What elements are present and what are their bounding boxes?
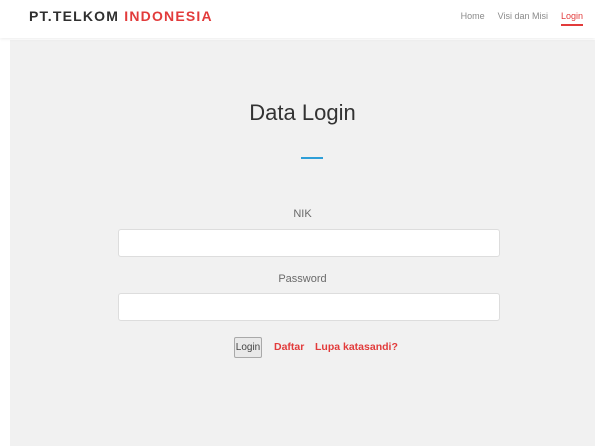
brand-name-part2: INDONESIA: [124, 8, 213, 24]
password-label: Password: [278, 273, 327, 285]
nav-item-visi-misi[interactable]: Visi dan Misi: [498, 11, 548, 26]
nav-menu: Home Visi dan Misi Login: [461, 11, 583, 26]
brand-logo[interactable]: PT.TELKOM INDONESIA: [29, 8, 213, 24]
brand-name-part1: PT.TELKOM: [29, 8, 120, 24]
nav-item-login[interactable]: Login: [560, 11, 583, 26]
password-input[interactable]: [118, 293, 500, 321]
login-button[interactable]: Login: [234, 337, 262, 358]
forgot-password-link[interactable]: Lupa katasandi?: [315, 341, 398, 353]
nik-label: NIK: [293, 208, 312, 220]
login-panel: Data Login NIK Password Login Daftar Lup…: [10, 40, 595, 446]
daftar-link[interactable]: Daftar: [274, 341, 304, 353]
title-divider: [301, 157, 323, 159]
nik-input[interactable]: [118, 229, 500, 257]
nav-item-home[interactable]: Home: [461, 11, 485, 26]
top-navbar: PT.TELKOM INDONESIA Home Visi dan Misi L…: [0, 0, 595, 38]
page-title: Data Login: [249, 100, 356, 125]
